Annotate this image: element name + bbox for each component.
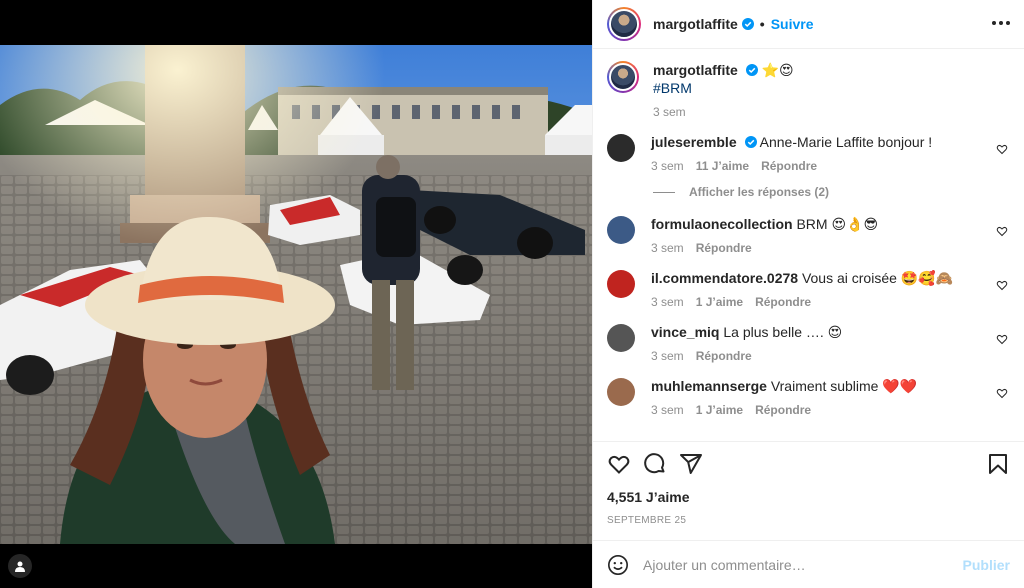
- reply-button[interactable]: Répondre: [755, 295, 811, 309]
- caption-username[interactable]: margotlaffite: [653, 62, 738, 78]
- comment-text: La plus belle …. 😍: [723, 324, 843, 340]
- heart-icon[interactable]: [996, 387, 1008, 399]
- action-bar: [593, 441, 1024, 485]
- follow-button[interactable]: Suivre: [771, 16, 814, 32]
- view-replies-label: Afficher les réponses (2): [689, 185, 830, 199]
- caption: margotlaffite ⭐😍 #BRM 3 sem: [607, 61, 1010, 119]
- comment-likes[interactable]: 1 J’aime: [696, 403, 743, 417]
- comment-username[interactable]: juleseremble: [651, 134, 737, 150]
- comment-input[interactable]: Ajouter un commentaire…: [643, 557, 963, 573]
- commenter-avatar[interactable]: [607, 134, 635, 162]
- verified-badge-icon: [745, 64, 758, 76]
- heart-icon[interactable]: [996, 225, 1008, 237]
- comment-time[interactable]: 3 sem: [651, 295, 684, 309]
- post-header: margotlaffite • Suivre: [593, 0, 1024, 49]
- comments-list[interactable]: margotlaffite ⭐😍 #BRM 3 sem juleseremble…: [593, 49, 1024, 441]
- publish-button[interactable]: Publier: [963, 557, 1010, 573]
- author-username[interactable]: margotlaffite: [653, 16, 738, 32]
- reply-button[interactable]: Répondre: [755, 403, 811, 417]
- comment-likes[interactable]: 1 J’aime: [696, 295, 743, 309]
- comment-time[interactable]: 3 sem: [651, 159, 684, 173]
- comment-username[interactable]: vince_miq: [651, 324, 719, 340]
- comment-username[interactable]: il.commendatore.0278: [651, 270, 798, 286]
- caption-time[interactable]: 3 sem: [653, 105, 686, 119]
- heart-icon[interactable]: [996, 333, 1008, 345]
- caption-hashtag[interactable]: #BRM: [653, 79, 982, 97]
- post-media[interactable]: [0, 0, 592, 588]
- comment-username[interactable]: muhlemannserge: [651, 378, 767, 394]
- likes-count[interactable]: 4,551 J’aime: [593, 489, 1024, 505]
- separator-dot: •: [759, 16, 765, 32]
- heart-icon[interactable]: [996, 143, 1008, 155]
- reply-button[interactable]: Répondre: [696, 349, 752, 363]
- verified-badge-icon: [744, 136, 757, 148]
- view-replies-button[interactable]: Afficher les réponses (2): [653, 185, 1010, 199]
- comment-time[interactable]: 3 sem: [651, 349, 684, 363]
- comment-likes[interactable]: 11 J’aime: [696, 159, 749, 173]
- share-icon[interactable]: [679, 452, 703, 476]
- comment-time[interactable]: 3 sem: [651, 403, 684, 417]
- comment-username[interactable]: formulaonecollection: [651, 216, 793, 232]
- comment-text: Vous ai croisée 🤩🥰🙈: [801, 270, 954, 286]
- commenter-avatar[interactable]: [607, 378, 635, 406]
- heart-icon[interactable]: [996, 279, 1008, 291]
- comment-icon[interactable]: [643, 452, 667, 476]
- post-viewer: margotlaffite • Suivre margotlaffite ⭐😍 …: [0, 0, 1024, 588]
- comment-item: muhlemannserge Vraiment sublime ❤️❤️ 3 s…: [607, 377, 1010, 417]
- comment-text: Vraiment sublime ❤️❤️: [770, 378, 918, 394]
- comment-time[interactable]: 3 sem: [651, 241, 684, 255]
- heart-icon[interactable]: [607, 452, 631, 476]
- commenter-avatar[interactable]: [607, 324, 635, 352]
- author-avatar[interactable]: [607, 7, 641, 41]
- reply-button[interactable]: Répondre: [696, 241, 752, 255]
- comment-item: juleseremble Anne-Marie Laffite bonjour …: [607, 133, 1010, 173]
- commenter-avatar[interactable]: [607, 270, 635, 298]
- caption-avatar[interactable]: [607, 61, 639, 93]
- comment-text: BRM 😍👌😎: [796, 216, 879, 232]
- post-sidebar: margotlaffite • Suivre margotlaffite ⭐😍 …: [592, 0, 1024, 588]
- comment-text: Anne-Marie Laffite bonjour !: [759, 134, 933, 150]
- emoji-icon[interactable]: [607, 554, 629, 576]
- comment-item: formulaonecollection BRM 😍👌😎 3 sem Répon…: [607, 215, 1010, 255]
- replies-line: [653, 191, 675, 193]
- save-icon[interactable]: [986, 452, 1010, 476]
- caption-emojis: ⭐😍: [761, 62, 794, 78]
- more-options-icon[interactable]: [992, 14, 1010, 32]
- reply-button[interactable]: Répondre: [761, 159, 817, 173]
- add-comment-bar: Ajouter un commentaire… Publier: [593, 540, 1024, 588]
- commenter-avatar[interactable]: [607, 216, 635, 244]
- comment-item: il.commendatore.0278 Vous ai croisée 🤩🥰🙈…: [607, 269, 1010, 309]
- comment-item: vince_miq La plus belle …. 😍 3 sem Répon…: [607, 323, 1010, 363]
- post-date[interactable]: SEPTEMBRE 25: [593, 515, 1024, 526]
- verified-badge-icon: [741, 18, 754, 30]
- user-tag-icon[interactable]: [8, 554, 32, 578]
- post-photo: [0, 45, 592, 544]
